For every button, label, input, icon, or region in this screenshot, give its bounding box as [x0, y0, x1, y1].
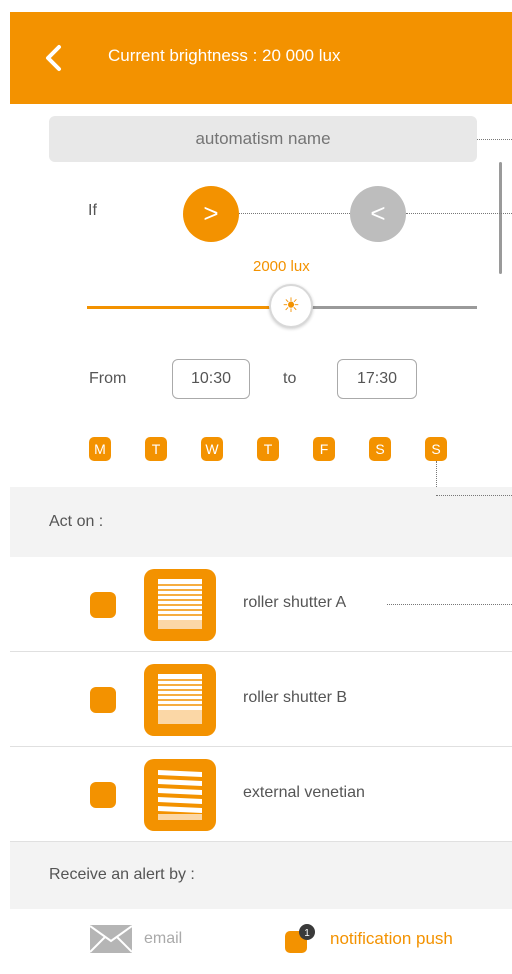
header-title: Current brightness : 20 000 lux	[108, 46, 341, 65]
from-label: From	[89, 370, 127, 387]
callout-line	[406, 213, 512, 214]
list-item[interactable]: external venetian	[10, 747, 512, 842]
if-label: If	[88, 202, 97, 219]
callout-line	[239, 213, 350, 214]
day-sunday[interactable]: S	[425, 437, 447, 461]
alert-section: Receive an alert by :	[10, 842, 512, 909]
notification-push-option[interactable]: notification push	[330, 929, 453, 949]
to-time-field[interactable]: 17:30	[337, 359, 417, 399]
from-time-field[interactable]: 10:30	[172, 359, 250, 399]
callout-line	[387, 604, 512, 605]
day-monday[interactable]: M	[89, 437, 111, 461]
item-label: roller shutter B	[243, 689, 348, 706]
callout-line	[436, 495, 512, 496]
venetian-blind-icon	[144, 759, 216, 831]
header-bar: Current brightness : 20 000 lux	[10, 12, 512, 104]
day-thursday[interactable]: T	[257, 437, 279, 461]
automatism-screen: Current brightness : 20 000 lux If > < 2…	[10, 12, 512, 974]
select-checkbox[interactable]	[90, 687, 116, 713]
slider-track-empty[interactable]	[290, 306, 477, 309]
push-badge-count: 1	[304, 928, 310, 939]
roller-shutter-icon	[144, 664, 216, 736]
slider-track-filled[interactable]	[87, 306, 290, 309]
item-label: external venetian	[243, 784, 365, 801]
back-arrow-icon[interactable]	[40, 42, 70, 74]
act-on-section: Act on :	[10, 487, 512, 557]
less-than-button[interactable]: <	[350, 186, 406, 242]
roller-shutter-icon	[144, 569, 216, 641]
threshold-value: 2000 lux	[253, 258, 310, 275]
day-saturday[interactable]: S	[369, 437, 391, 461]
automatism-name-input[interactable]	[49, 116, 477, 162]
list-item[interactable]: roller shutter B	[10, 652, 512, 747]
day-friday[interactable]: F	[313, 437, 335, 461]
day-wednesday[interactable]: W	[201, 437, 223, 461]
day-tuesday[interactable]: T	[145, 437, 167, 461]
brightness-slider-thumb[interactable]: ☀	[269, 284, 313, 328]
to-label: to	[283, 370, 297, 387]
scrollbar[interactable]	[499, 162, 502, 274]
sun-icon: ☀	[282, 295, 300, 317]
select-checkbox[interactable]	[90, 782, 116, 808]
select-checkbox[interactable]	[90, 592, 116, 618]
callout-line	[477, 139, 512, 140]
email-option[interactable]: email	[144, 930, 182, 948]
item-label: roller shutter A	[243, 594, 347, 611]
notification-push-icon[interactable]: 1	[283, 923, 317, 955]
act-on-label: Act on :	[49, 513, 104, 530]
email-icon[interactable]	[90, 925, 132, 953]
alert-label: Receive an alert by :	[49, 866, 195, 883]
greater-than-button[interactable]: >	[183, 186, 239, 242]
